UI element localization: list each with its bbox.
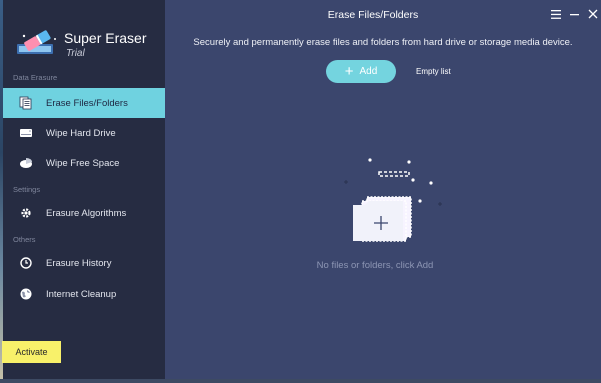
plus-icon: + bbox=[344, 63, 354, 80]
app-title: Super Eraser bbox=[64, 30, 147, 46]
close-icon[interactable] bbox=[587, 8, 599, 20]
empty-folder-illustration-icon bbox=[344, 158, 442, 242]
add-button-label: Add bbox=[359, 66, 378, 77]
files-icon bbox=[19, 96, 33, 110]
sidebar-item-wipe-hard-drive[interactable]: Wipe Hard Drive bbox=[3, 118, 165, 148]
sidebar-item-erase-files[interactable]: Erase Files/Folders bbox=[3, 88, 165, 118]
activate-button[interactable]: Activate bbox=[2, 341, 61, 363]
sidebar-item-wipe-free-space[interactable]: Wipe Free Space bbox=[3, 148, 165, 178]
desktop-taskbar-edge bbox=[0, 379, 601, 383]
sidebar-item-erasure-algorithms[interactable]: Erasure Algorithms bbox=[3, 198, 165, 228]
globe-icon bbox=[19, 287, 33, 301]
gear-icon bbox=[19, 206, 33, 220]
sidebar: Super Eraser Trial Data Erasure Erase Fi… bbox=[3, 0, 165, 380]
sidebar-item-erasure-history[interactable]: Erasure History bbox=[3, 248, 165, 278]
add-button[interactable]: + Add bbox=[326, 60, 396, 83]
window-titlebar: Erase Files/Folders bbox=[165, 0, 601, 30]
sidebar-item-label: Wipe Hard Drive bbox=[46, 127, 116, 139]
app-logo-icon bbox=[17, 30, 56, 54]
sidebar-item-internet-cleanup[interactable]: Internet Cleanup bbox=[3, 279, 165, 309]
page-subtitle: Securely and permanently erase files and… bbox=[193, 37, 573, 48]
sidebar-item-label: Erasure History bbox=[46, 257, 112, 269]
minimize-icon[interactable] bbox=[569, 8, 581, 20]
section-data-erasure: Data Erasure bbox=[13, 73, 58, 82]
hard-drive-icon bbox=[19, 126, 33, 140]
empty-list-button[interactable]: Empty list bbox=[416, 67, 451, 76]
sidebar-item-label: Internet Cleanup bbox=[46, 288, 117, 300]
clock-icon bbox=[19, 256, 33, 270]
section-settings: Settings bbox=[13, 185, 41, 194]
sidebar-item-label: Wipe Free Space bbox=[46, 157, 120, 169]
main-panel: Erase Files/Folders Securely and permane… bbox=[165, 0, 601, 380]
hamburger-icon[interactable] bbox=[550, 8, 562, 20]
app-edition: Trial bbox=[66, 48, 85, 59]
pie-disk-icon bbox=[19, 156, 33, 170]
window-title: Erase Files/Folders bbox=[327, 9, 419, 21]
sidebar-item-label: Erasure Algorithms bbox=[46, 207, 127, 219]
section-others: Others bbox=[13, 235, 36, 244]
sidebar-item-label: Erase Files/Folders bbox=[46, 97, 128, 109]
empty-state-message: No files or folders, click Add bbox=[316, 260, 434, 271]
